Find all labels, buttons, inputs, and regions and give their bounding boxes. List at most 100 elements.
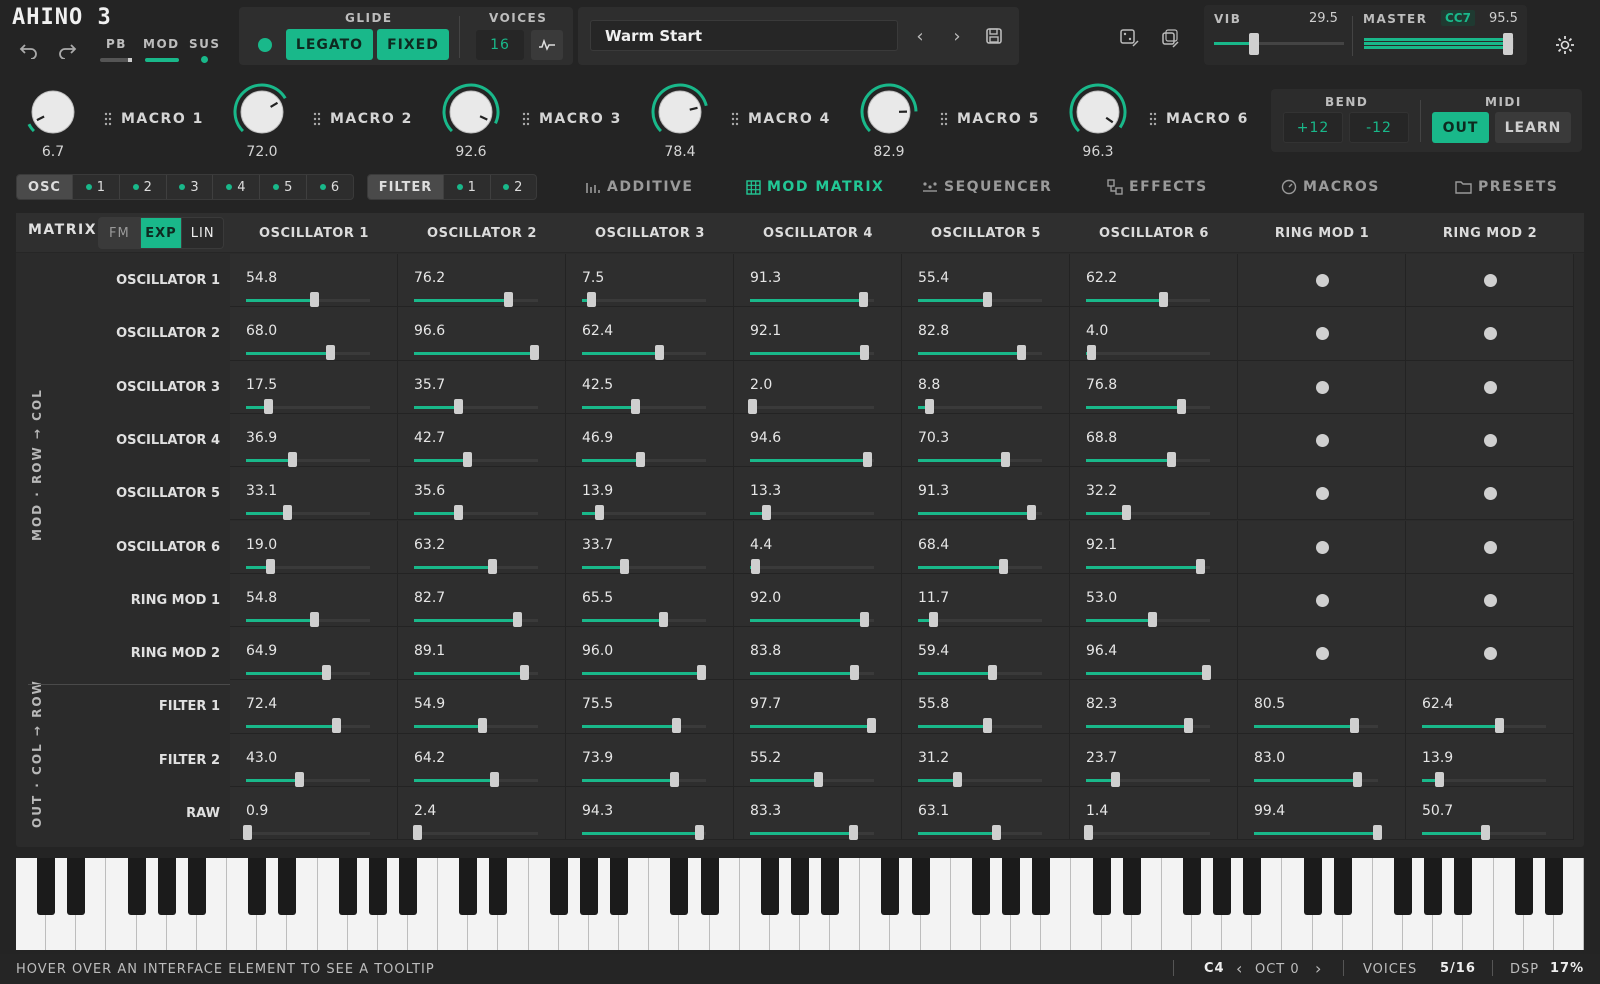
amount-slider[interactable] <box>414 718 538 734</box>
tab-mod-matrix[interactable]: MOD MATRIX <box>746 179 884 195</box>
amount-slider-thumb[interactable] <box>982 292 992 307</box>
legato-button[interactable]: LEGATO <box>286 29 373 60</box>
black-key[interactable] <box>1303 858 1322 915</box>
amount-slider[interactable] <box>1086 292 1210 307</box>
amount-slider-thumb[interactable] <box>762 505 772 521</box>
amount-slider[interactable] <box>414 451 538 467</box>
matrix-cell[interactable]: 73.9 <box>566 733 734 787</box>
macro-knob-4[interactable] <box>650 82 710 142</box>
amount-slider[interactable] <box>582 611 706 627</box>
matrix-cell[interactable]: 68.0 <box>230 307 398 361</box>
amount-slider[interactable] <box>582 558 706 574</box>
amount-slider[interactable] <box>1086 505 1210 521</box>
amount-slider-thumb[interactable] <box>1001 451 1011 467</box>
amount-slider[interactable] <box>1254 825 1383 840</box>
matrix-cell[interactable]: 68.4 <box>902 520 1070 574</box>
amount-slider[interactable] <box>750 825 874 840</box>
osc-select-3[interactable]: 3 <box>167 175 214 199</box>
amount-slider[interactable] <box>582 665 707 681</box>
amount-slider-thumb[interactable] <box>619 558 629 574</box>
amount-slider[interactable] <box>918 292 1042 307</box>
amount-slider[interactable] <box>246 451 370 467</box>
black-key[interactable] <box>1213 858 1232 915</box>
amount-slider-thumb[interactable] <box>287 451 297 467</box>
matrix-cell[interactable] <box>1238 573 1406 628</box>
amount-slider-thumb[interactable] <box>309 611 319 627</box>
matrix-cell[interactable]: 54.8 <box>230 254 398 308</box>
matrix-cell[interactable]: 99.4 <box>1238 787 1406 841</box>
save-icon[interactable] <box>982 24 1006 48</box>
black-key[interactable] <box>1394 858 1413 915</box>
amount-slider[interactable] <box>1254 771 1378 787</box>
matrix-cell[interactable] <box>1238 360 1406 414</box>
amount-slider-thumb[interactable] <box>1083 825 1093 840</box>
amount-slider-thumb[interactable] <box>983 718 993 734</box>
mode-exp-button[interactable]: EXP <box>140 218 183 248</box>
amount-slider-thumb[interactable] <box>659 611 669 627</box>
redo-icon[interactable] <box>54 38 80 64</box>
matrix-cell[interactable]: 91.3 <box>734 254 902 308</box>
matrix-cell[interactable]: 4.0 <box>1070 307 1238 361</box>
matrix-cell[interactable]: 89.1 <box>398 627 566 681</box>
empty-slot-dot[interactable] <box>1483 647 1497 661</box>
amount-slider-thumb[interactable] <box>671 718 681 734</box>
macro-knob-2[interactable] <box>232 82 292 142</box>
amount-slider-thumb[interactable] <box>751 558 761 574</box>
matrix-cell[interactable]: 13.9 <box>566 467 734 521</box>
amount-slider[interactable] <box>246 345 370 361</box>
matrix-cell[interactable]: 75.5 <box>566 680 734 734</box>
amount-slider-thumb[interactable] <box>1201 665 1211 681</box>
empty-slot-dot[interactable] <box>1315 593 1329 607</box>
bend-up-field[interactable]: +12 <box>1283 112 1343 143</box>
amount-slider[interactable] <box>246 292 370 307</box>
matrix-cell[interactable]: 2.4 <box>398 787 566 841</box>
amount-slider[interactable] <box>582 292 706 307</box>
empty-slot-dot[interactable] <box>1315 274 1329 288</box>
amount-slider[interactable] <box>918 825 1042 840</box>
amount-slider[interactable] <box>918 345 1042 361</box>
matrix-cell[interactable]: 62.4 <box>566 307 734 361</box>
black-key[interactable] <box>489 858 508 915</box>
matrix-cell[interactable]: 62.2 <box>1070 254 1238 308</box>
matrix-cell[interactable] <box>1238 307 1406 361</box>
amount-slider[interactable] <box>750 292 874 307</box>
amount-slider[interactable] <box>1086 718 1210 734</box>
amount-slider-thumb[interactable] <box>1184 718 1194 734</box>
previous-preset-icon[interactable]: ‹ <box>908 24 932 48</box>
matrix-cell[interactable]: 2.0 <box>734 360 902 414</box>
empty-slot-dot[interactable] <box>1483 274 1497 288</box>
black-key[interactable] <box>670 858 689 915</box>
randomize-icon[interactable] <box>1155 24 1183 52</box>
drag-handle-icon[interactable] <box>313 111 321 130</box>
matrix-cell[interactable] <box>1238 520 1406 574</box>
matrix-cell[interactable] <box>1406 467 1574 521</box>
glide-power-led[interactable] <box>258 38 272 52</box>
macro-knob-1[interactable] <box>23 82 83 142</box>
amount-slider[interactable] <box>582 771 706 787</box>
voice-mode-icon[interactable] <box>531 30 563 60</box>
matrix-cell[interactable]: 94.6 <box>734 413 902 468</box>
black-key[interactable] <box>187 858 206 915</box>
amount-slider-thumb[interactable] <box>998 558 1008 574</box>
amount-slider[interactable] <box>582 451 706 467</box>
black-key[interactable] <box>459 858 478 915</box>
amount-slider[interactable] <box>918 398 1042 414</box>
matrix-cell[interactable]: 83.3 <box>734 787 902 841</box>
midi-learn-button[interactable]: LEARN <box>1495 112 1571 143</box>
amount-slider[interactable] <box>1254 718 1378 734</box>
amount-slider-thumb[interactable] <box>694 825 704 840</box>
matrix-cell[interactable] <box>1238 467 1406 521</box>
amount-slider[interactable] <box>246 505 370 521</box>
matrix-cell[interactable]: 63.2 <box>398 520 566 574</box>
amount-slider-thumb[interactable] <box>1111 771 1121 787</box>
matrix-cell[interactable]: 54.9 <box>398 680 566 734</box>
amount-slider-thumb[interactable] <box>860 611 870 627</box>
amount-slider-thumb[interactable] <box>1352 771 1362 787</box>
amount-slider[interactable] <box>414 611 538 627</box>
matrix-cell[interactable] <box>1406 254 1574 308</box>
drag-handle-icon[interactable] <box>731 111 739 130</box>
amount-slider-thumb[interactable] <box>488 558 498 574</box>
amount-slider[interactable] <box>750 505 874 521</box>
amount-slider-thumb[interactable] <box>520 665 530 681</box>
amount-slider-thumb[interactable] <box>462 451 472 467</box>
